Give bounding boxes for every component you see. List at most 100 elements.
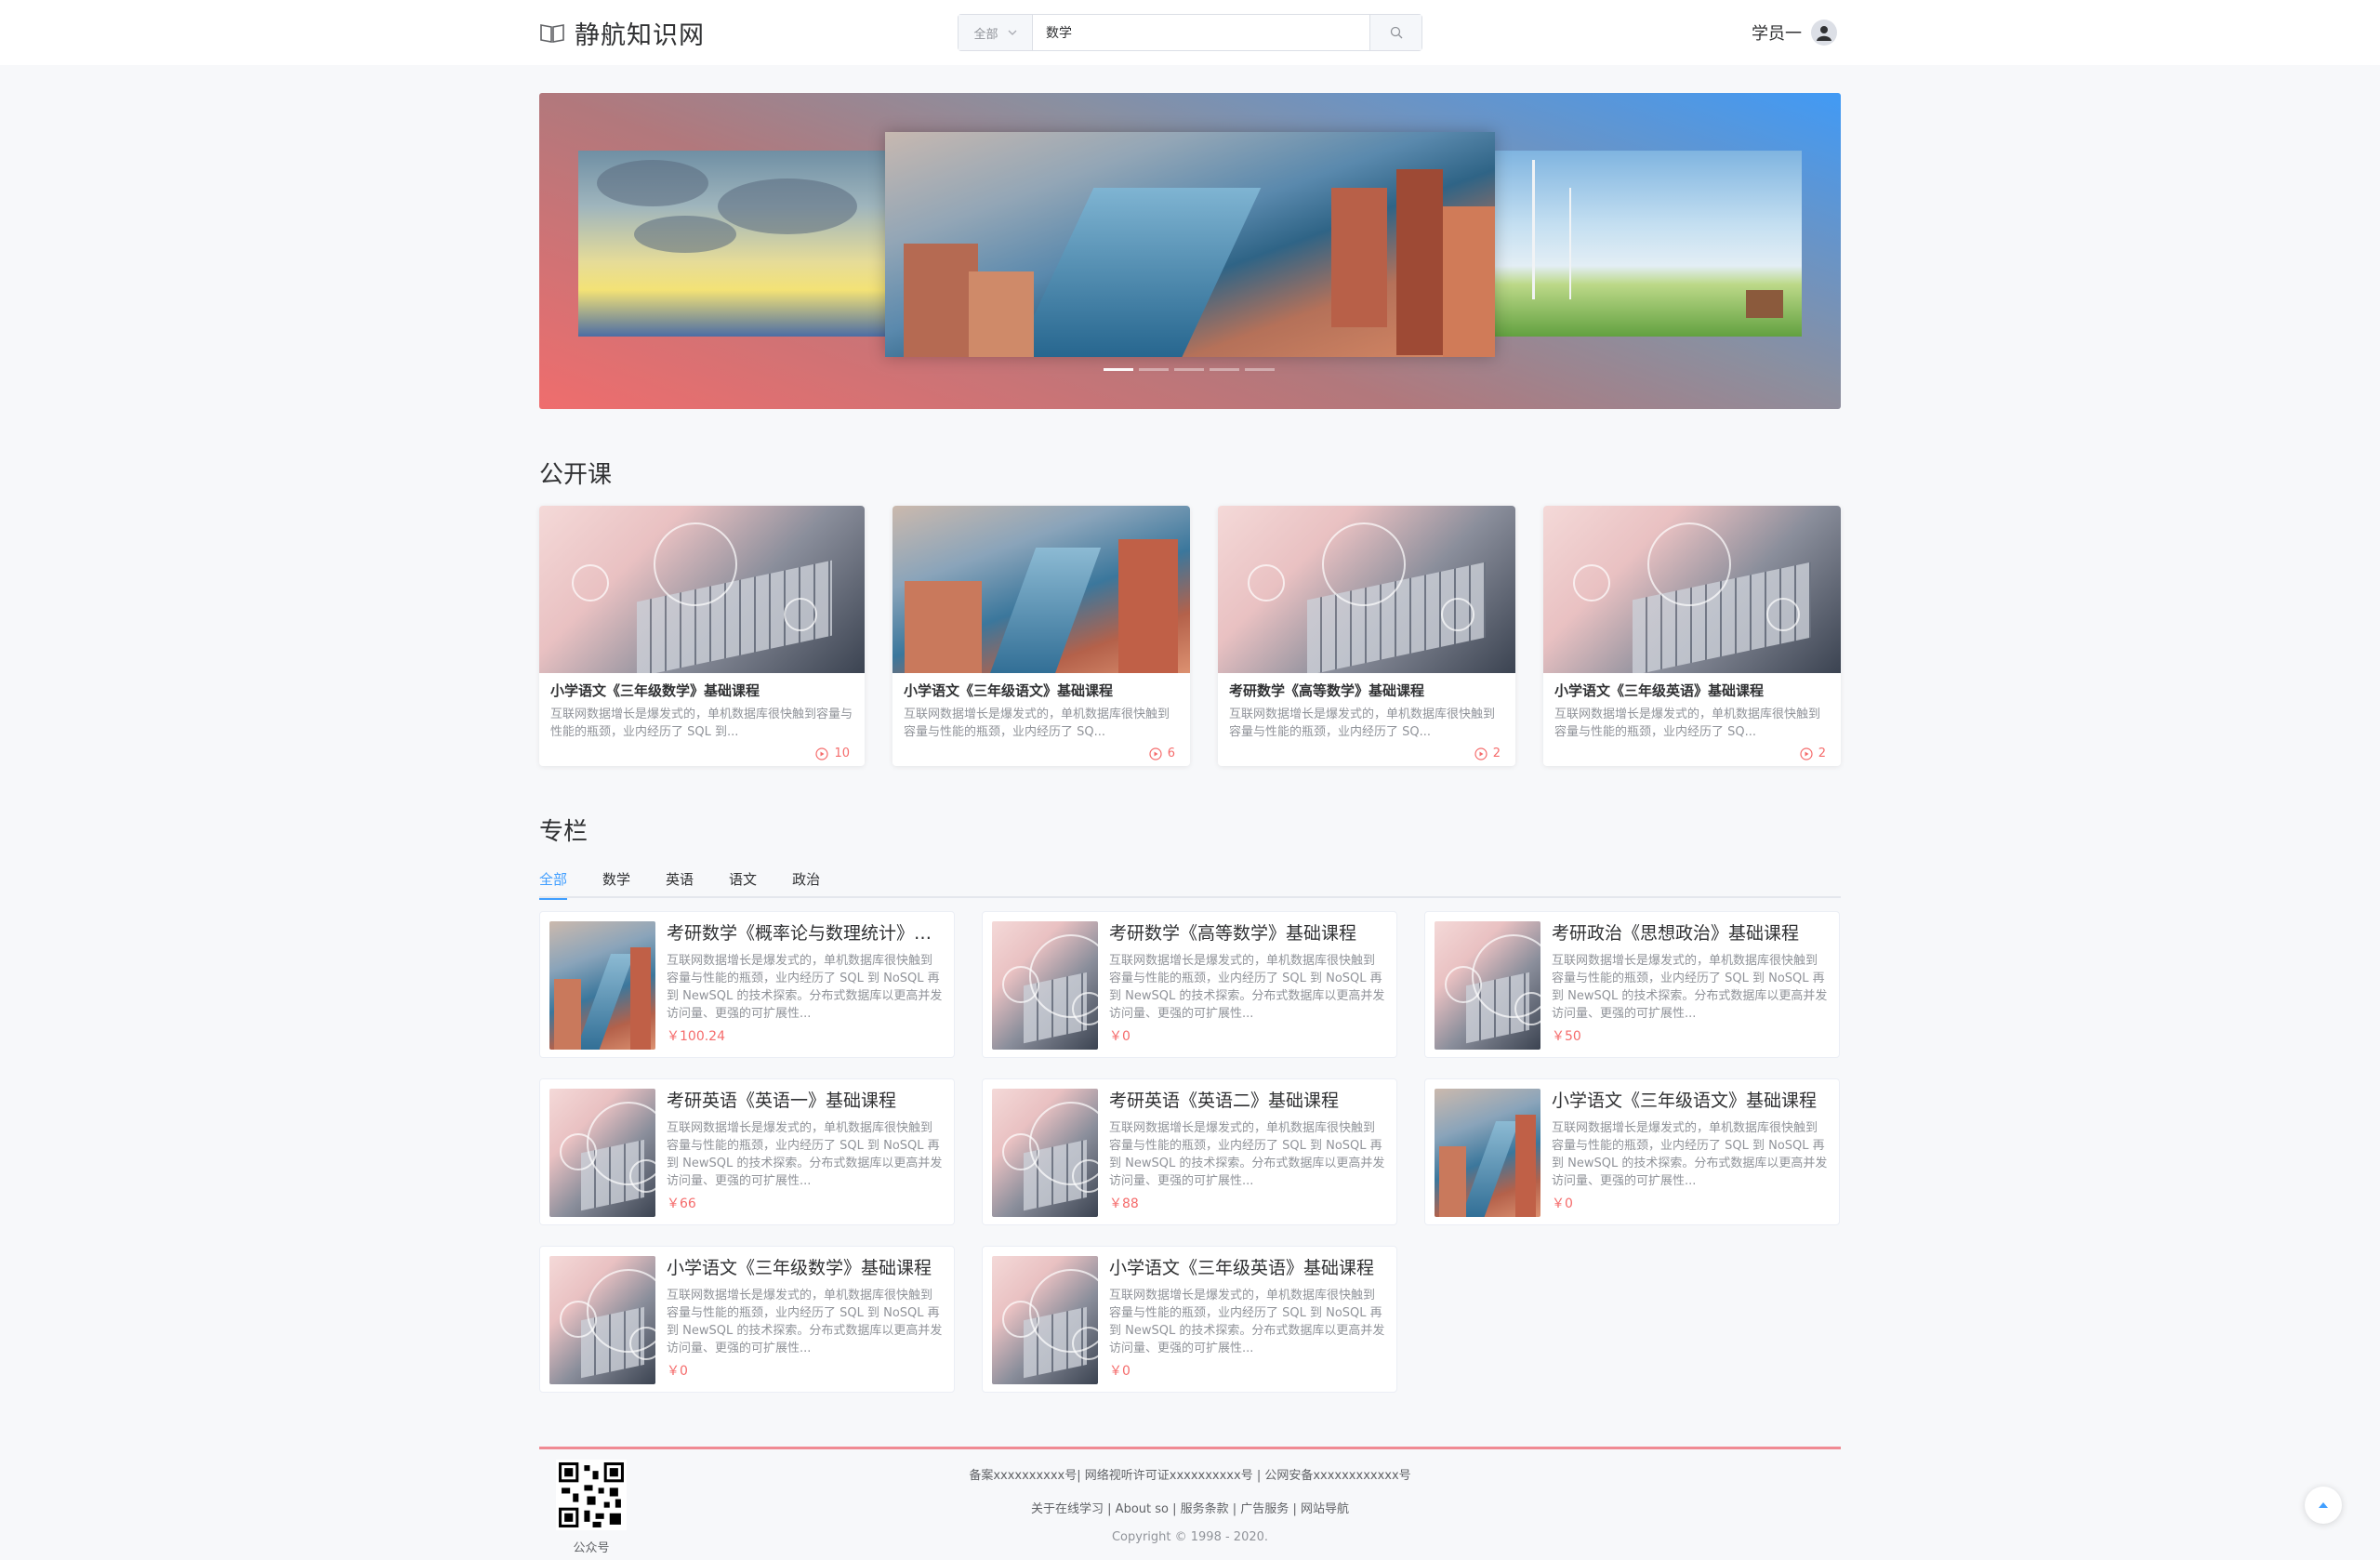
- column-price: ￥0: [1109, 1029, 1130, 1044]
- column-thumbnail[interactable]: [992, 921, 1098, 1050]
- search-input[interactable]: [1033, 15, 1369, 50]
- carousel-indicator[interactable]: [1174, 368, 1204, 371]
- course-title[interactable]: 小学语文《三年级数学》基础课程: [550, 681, 853, 700]
- column-card[interactable]: 考研英语《英语一》基础课程 互联网数据增长是爆发式的，单机数据库很快触到容量与性能…: [539, 1078, 955, 1225]
- column-title[interactable]: 考研数学《概率论与数理统计》基础课程: [667, 919, 943, 945]
- carousel-slide-next[interactable]: [1495, 151, 1802, 337]
- tab-3[interactable]: 语文: [729, 866, 757, 898]
- carousel-indicator[interactable]: [1210, 368, 1239, 371]
- footer-registration: 备案xxxxxxxxxx号| 网络视听许可证xxxxxxxxxx号 | 公网安备…: [969, 1469, 1411, 1483]
- column-description: 互联网数据增长是爆发式的，单机数据库很快触到容量与性能的瓶颈，业内经历了 SQL…: [1109, 1289, 1385, 1355]
- column-card[interactable]: 小学语文《三年级数学》基础课程 互联网数据增长是爆发式的，单机数据库很快触到容量与…: [539, 1246, 955, 1393]
- play-circle-icon: [815, 747, 829, 760]
- footer-link[interactable]: About so: [1116, 1502, 1169, 1516]
- footer-divider: [539, 1447, 1841, 1449]
- column-description: 互联网数据增长是爆发式的，单机数据库很快触到容量与性能的瓶颈，业内经历了 SQL…: [1109, 954, 1385, 1021]
- course-card[interactable]: 考研数学《高等数学》基础课程 互联网数据增长是爆发式的，单机数据库很快触到容量与性…: [1218, 506, 1515, 766]
- column-title[interactable]: 小学语文《三年级语文》基础课程: [1552, 1087, 1828, 1112]
- column-title[interactable]: 考研数学《高等数学》基础课程: [1109, 919, 1385, 945]
- play-circle-icon: [1149, 747, 1162, 760]
- column-card[interactable]: 考研政治《思想政治》基础课程互联网数据增长是爆发式的，单机数据库很快触到容量与性…: [1424, 911, 1840, 1058]
- column-card[interactable]: 考研数学《高等数学》基础课程互联网数据增长是爆发式的，单机数据库很快触到容量与性…: [982, 911, 1397, 1058]
- column-card[interactable]: 考研数学《概率论与数理统计》基础课程互联网数据增长是爆发式的，单机数据库很快触到…: [539, 911, 955, 1058]
- column-price: ￥100.24: [667, 1029, 725, 1044]
- course-thumbnail[interactable]: [1218, 506, 1515, 673]
- play-count-value: 2: [1492, 747, 1501, 760]
- course-thumbnail[interactable]: [892, 506, 1190, 673]
- course-description: 互联网数据增长是爆发式的，单机数据库很快触到容量与性能的瓶颈，业内经历了 SQ.…: [1554, 707, 1821, 739]
- column-description: 互联网数据增长是爆发式的，单机数据库很快触到容量与性能的瓶颈，业内经历了 SQL…: [1552, 954, 1828, 1021]
- carousel-indicator[interactable]: [1104, 368, 1133, 371]
- course-thumbnail[interactable]: [539, 506, 865, 673]
- play-circle-icon: [1800, 747, 1813, 760]
- column-card[interactable]: 考研英语《英语二》基础课程 互联网数据增长是爆发式的，单机数据库很快触到容量与性能…: [982, 1078, 1397, 1225]
- column-thumbnail[interactable]: [549, 921, 655, 1050]
- carousel-indicators: [1104, 368, 1275, 371]
- column-price: ￥50: [1552, 1029, 1581, 1044]
- back-to-top-button[interactable]: [2305, 1487, 2342, 1524]
- column-thumbnail[interactable]: [992, 1256, 1098, 1384]
- course-card[interactable]: 小学语文《三年级语文》基础课程 互联网数据增长是爆发式的，单机数据库很快触到容量与…: [892, 506, 1190, 766]
- footer-separator: |: [1104, 1502, 1116, 1516]
- search-button[interactable]: [1369, 15, 1421, 50]
- column-title[interactable]: 考研英语《英语一》基础课程: [667, 1087, 943, 1112]
- column-description: 互联网数据增长是爆发式的，单机数据库很快触到容量与性能的瓶颈，业内经历了 SQL…: [1552, 1121, 1828, 1188]
- qr-code-icon: [556, 1460, 627, 1530]
- column-price: ￥66: [667, 1196, 696, 1211]
- play-count-value: 2: [1818, 747, 1826, 760]
- play-count: 10: [815, 747, 850, 760]
- column-title[interactable]: 考研政治《思想政治》基础课程: [1552, 919, 1828, 945]
- column-title[interactable]: 小学语文《三年级数学》基础课程: [667, 1254, 943, 1279]
- column-price: ￥0: [667, 1364, 688, 1379]
- top-navbar: 静航知识网 全部 学员一: [0, 0, 2380, 65]
- course-title[interactable]: 考研数学《高等数学》基础课程: [1229, 681, 1504, 700]
- site-logo[interactable]: 静航知识网: [539, 19, 705, 50]
- column-card[interactable]: 小学语文《三年级语文》基础课程互联网数据增长是爆发式的，单机数据库很快触到容量与…: [1424, 1078, 1840, 1225]
- tab-4[interactable]: 政治: [792, 866, 820, 898]
- footer-link[interactable]: 网站导航: [1301, 1502, 1349, 1516]
- course-title[interactable]: 小学语文《三年级语文》基础课程: [904, 681, 1179, 700]
- tab-1[interactable]: 数学: [602, 866, 630, 898]
- play-circle-icon: [1474, 747, 1488, 760]
- column-tabs: 全部 数学 英语 语文 政治: [539, 866, 1841, 900]
- course-title[interactable]: 小学语文《三年级英语》基础课程: [1554, 681, 1830, 700]
- footer-link[interactable]: 广告服务: [1240, 1502, 1289, 1516]
- course-thumbnail[interactable]: [1543, 506, 1841, 673]
- column-thumbnail[interactable]: [549, 1089, 655, 1217]
- column-thumbnail[interactable]: [549, 1256, 655, 1384]
- footer-link[interactable]: 关于在线学习: [1031, 1502, 1104, 1516]
- tab-0[interactable]: 全部: [539, 866, 568, 900]
- avatar[interactable]: [1811, 20, 1837, 46]
- carousel-slide-active[interactable]: [885, 132, 1495, 357]
- column-thumbnail[interactable]: [1435, 921, 1540, 1050]
- chevron-down-icon: [1008, 30, 1016, 35]
- carousel-indicator[interactable]: [1139, 368, 1169, 371]
- search-category-label: 全部: [973, 27, 998, 42]
- footer-copyright: Copyright © 1998 - 2020.: [1111, 1530, 1269, 1544]
- search-category-select[interactable]: 全部: [959, 15, 1033, 50]
- carousel-slide-prev[interactable]: [578, 151, 885, 337]
- column-thumbnail[interactable]: [1435, 1089, 1540, 1217]
- banner-carousel[interactable]: [539, 93, 1841, 409]
- wechat-qr: 公众号: [554, 1460, 628, 1555]
- search-bar: 全部: [958, 14, 1422, 51]
- footer-separator: |: [1289, 1502, 1301, 1516]
- footer-separator: |: [1228, 1502, 1241, 1516]
- column-title[interactable]: 考研英语《英语二》基础课程: [1109, 1087, 1385, 1112]
- carousel-indicator[interactable]: [1245, 368, 1275, 371]
- column-title[interactable]: 小学语文《三年级英语》基础课程: [1109, 1254, 1385, 1279]
- course-card[interactable]: 小学语文《三年级英语》基础课程互联网数据增长是爆发式的，单机数据库很快触到容量与…: [1543, 506, 1841, 766]
- play-count: 6: [1149, 747, 1175, 760]
- footer-links: 关于在线学习 | About so | 服务条款 | 广告服务 | 网站导航: [818, 1499, 1562, 1516]
- column-price: ￥88: [1109, 1196, 1139, 1211]
- course-card[interactable]: 小学语文《三年级数学》基础课程 互联网数据增长是爆发式的，单机数据库很快触到容量与…: [539, 506, 865, 766]
- column-description: 互联网数据增长是爆发式的，单机数据库很快触到容量与性能的瓶颈，业内经历了 SQL…: [667, 954, 943, 1021]
- play-count: 2: [1800, 747, 1826, 760]
- column-list: 考研数学《概率论与数理统计》基础课程互联网数据增长是爆发式的，单机数据库很快触到…: [539, 911, 1841, 1393]
- column-card[interactable]: 小学语文《三年级英语》基础课程互联网数据增长是爆发式的，单机数据库很快触到容量与…: [982, 1246, 1397, 1393]
- footer-link[interactable]: 服务条款: [1181, 1502, 1229, 1516]
- open-course-list: 小学语文《三年级数学》基础课程互联网数据增长是爆发式的，单机数据库很快触到容量与…: [539, 506, 1841, 766]
- tab-2[interactable]: 英语: [666, 866, 694, 898]
- column-thumbnail[interactable]: [992, 1089, 1098, 1217]
- user-menu[interactable]: 学员一: [1752, 17, 1837, 48]
